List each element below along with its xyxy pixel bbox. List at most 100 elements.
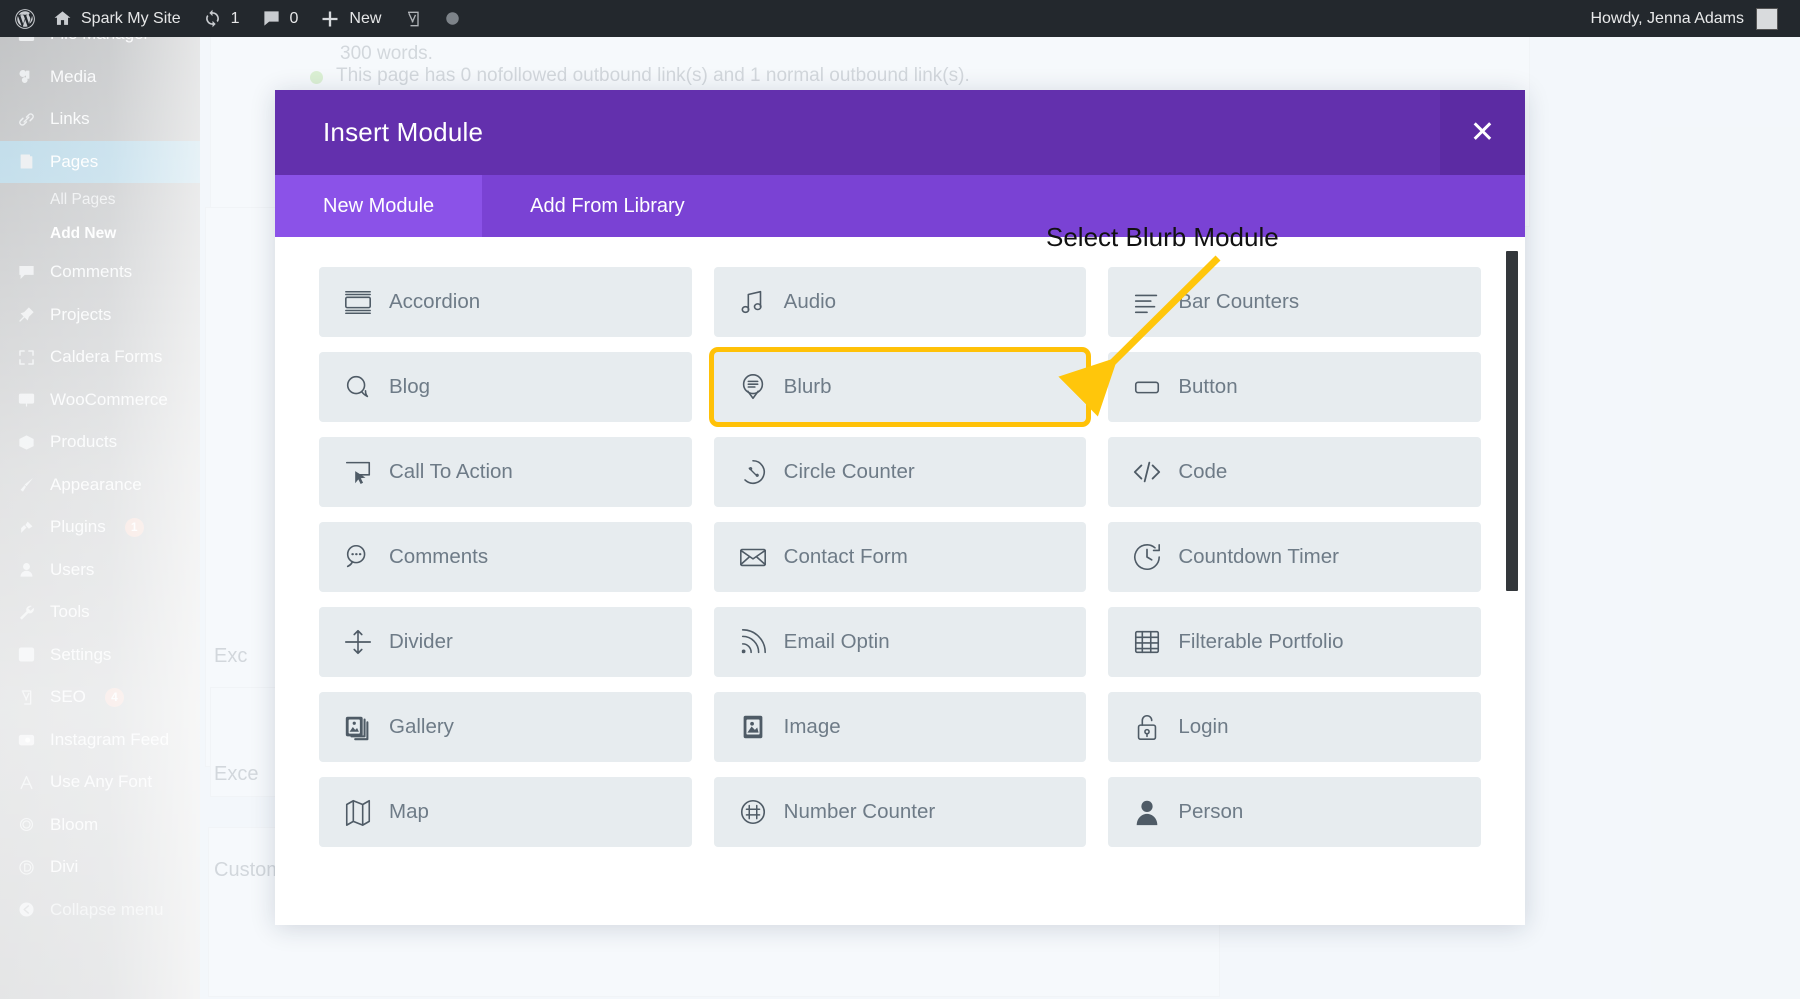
sidebar-item-use-any-font[interactable]: Use Any Font — [0, 761, 200, 804]
sidebar-item-media[interactable]: Media — [0, 56, 200, 99]
module-tile-circle-counter[interactable]: Circle Counter — [713, 437, 1087, 507]
module-tile-comments[interactable]: Comments — [319, 522, 692, 592]
module-tile-bar-counters[interactable]: Bar Counters — [1108, 267, 1481, 337]
adminbar-yoast[interactable] — [392, 0, 434, 37]
adminbar-status[interactable] — [434, 0, 471, 37]
sidebar-item-label: Links — [50, 109, 90, 129]
close-x-icon[interactable]: ✕ — [1440, 90, 1525, 175]
bar-counters-icon — [1130, 287, 1164, 317]
updates-icon — [203, 9, 222, 28]
letter-a-icon — [14, 773, 38, 792]
bg-status-dot — [310, 71, 323, 84]
adminbar-account[interactable]: Howdy, Jenna Adams — [1590, 7, 1800, 30]
appearance-brush-icon — [14, 475, 38, 494]
module-tile-gallery[interactable]: Gallery — [319, 692, 692, 762]
sidebar-item-label: Projects — [50, 304, 112, 324]
sidebar-submenu-add-new[interactable]: Add New — [0, 217, 200, 251]
sidebar-item-appearance[interactable]: Appearance — [0, 464, 200, 507]
collapse-arrow-icon — [14, 900, 38, 919]
module-tile-map[interactable]: Map — [319, 777, 692, 847]
module-tile-login[interactable]: Login — [1108, 692, 1481, 762]
admin-sidebar: File Manager Media Links Pages All PagesAdd … — [0, 37, 200, 999]
blurb-icon — [736, 372, 770, 402]
module-tile-blurb[interactable]: Blurb — [713, 352, 1087, 422]
sidebar-item-label: Plugins — [50, 517, 106, 537]
users-icon — [14, 560, 38, 579]
blog-bubble-icon — [341, 372, 375, 402]
person-icon — [1130, 797, 1164, 827]
countdown-clock-icon — [1130, 542, 1164, 572]
comments-bubble-icon — [341, 542, 375, 572]
screen-root: 300 words. This page has 0 nofollowed ou… — [0, 0, 1800, 999]
module-tile-code[interactable]: Code — [1108, 437, 1481, 507]
module-tile-label: Blog — [389, 375, 431, 398]
sidebar-submenu-all-pages[interactable]: All Pages — [0, 183, 200, 217]
accordion-icon — [341, 287, 375, 317]
divider-icon — [341, 627, 375, 657]
module-tile-label: Email Optin — [783, 630, 890, 653]
module-tile-call-to-action[interactable]: Call To Action — [319, 437, 692, 507]
modal-scrollbar[interactable] — [1506, 251, 1518, 591]
adminbar-site-name[interactable]: Spark My Site — [42, 0, 192, 37]
module-tile-label: Circle Counter — [783, 460, 915, 483]
sidebar-item-label: Bloom — [50, 814, 99, 834]
module-tile-blog[interactable]: Blog — [319, 352, 692, 422]
sidebar-item-bloom[interactable]: Bloom — [0, 804, 200, 847]
sidebar-item-tools[interactable]: Tools — [0, 591, 200, 634]
module-tile-audio[interactable]: Audio — [713, 267, 1087, 337]
email-optin-signal-icon — [736, 627, 770, 657]
sidebar-item-products[interactable]: Products — [0, 421, 200, 464]
sidebar-item-collapse-menu[interactable]: Collapse menu — [0, 889, 200, 932]
yoast-seo-icon — [14, 688, 38, 707]
settings-icon — [14, 645, 38, 664]
sidebar-item-plugins[interactable]: Plugins 1 — [0, 506, 200, 549]
button-icon — [1130, 372, 1164, 402]
wordpress-logo-icon[interactable] — [0, 0, 42, 37]
sidebar-item-settings[interactable]: Settings — [0, 634, 200, 677]
tab-add-from-library[interactable]: Add From Library — [482, 175, 733, 237]
module-grid: Accordion Audio Bar Counters Blog Blurb Butto… — [319, 267, 1481, 847]
module-tile-filterable-portfolio[interactable]: Filterable Portfolio — [1108, 607, 1481, 677]
sidebar-item-file-manager[interactable]: File Manager — [0, 37, 200, 56]
sidebar-item-comments[interactable]: Comments — [0, 251, 200, 294]
module-tile-accordion[interactable]: Accordion — [319, 267, 692, 337]
bg-word-count: 300 words. — [340, 43, 433, 64]
sidebar-item-label: Comments — [50, 262, 133, 282]
sidebar-item-woocommerce[interactable]: WooCommerce — [0, 379, 200, 422]
modal-title: Insert Module — [323, 117, 484, 147]
links-icon — [14, 110, 38, 129]
howdy-label: Howdy, Jenna Adams — [1590, 9, 1744, 27]
pages-icon — [14, 152, 38, 171]
sidebar-item-label: Instagram Feed — [50, 729, 170, 749]
sidebar-item-projects[interactable]: Projects — [0, 294, 200, 337]
adminbar-comments[interactable]: 0 — [251, 0, 310, 37]
envelope-icon — [736, 542, 770, 572]
sidebar-item-label: WooCommerce — [50, 389, 168, 409]
circle-counter-icon — [736, 457, 770, 487]
module-tile-image[interactable]: Image — [713, 692, 1087, 762]
modal-tab-bar: New Module Add From Library — [275, 175, 1525, 237]
sidebar-item-links[interactable]: Links — [0, 98, 200, 141]
module-tile-number-counter[interactable]: Number Counter — [713, 777, 1087, 847]
sidebar-item-users[interactable]: Users — [0, 549, 200, 592]
home-icon — [53, 9, 72, 28]
sidebar-item-seo[interactable]: SEO 4 — [0, 676, 200, 719]
adminbar-new[interactable]: New — [309, 0, 392, 37]
sidebar-item-instagram-feed[interactable]: Instagram Feed — [0, 719, 200, 762]
module-tile-email-optin[interactable]: Email Optin — [713, 607, 1087, 677]
bg-excerpt-label-1: Exc — [214, 645, 248, 667]
sidebar-item-divi[interactable]: Divi — [0, 846, 200, 889]
module-tile-divider[interactable]: Divider — [319, 607, 692, 677]
tab-new-module[interactable]: New Module — [275, 175, 483, 237]
adminbar-updates[interactable]: 1 — [192, 0, 251, 37]
module-tile-person[interactable]: Person — [1108, 777, 1481, 847]
divi-icon — [14, 858, 38, 877]
module-tile-contact-form[interactable]: Contact Form — [713, 522, 1087, 592]
module-tile-button[interactable]: Button — [1108, 352, 1481, 422]
sidebar-badge: 1 — [124, 517, 144, 537]
module-tile-countdown-timer[interactable]: Countdown Timer — [1108, 522, 1481, 592]
sidebar-item-caldera-forms[interactable]: Caldera Forms — [0, 336, 200, 379]
sidebar-item-pages[interactable]: Pages — [0, 140, 200, 183]
sidebar-item-label: Users — [50, 559, 95, 579]
sidebar-item-label: SEO — [50, 687, 86, 707]
